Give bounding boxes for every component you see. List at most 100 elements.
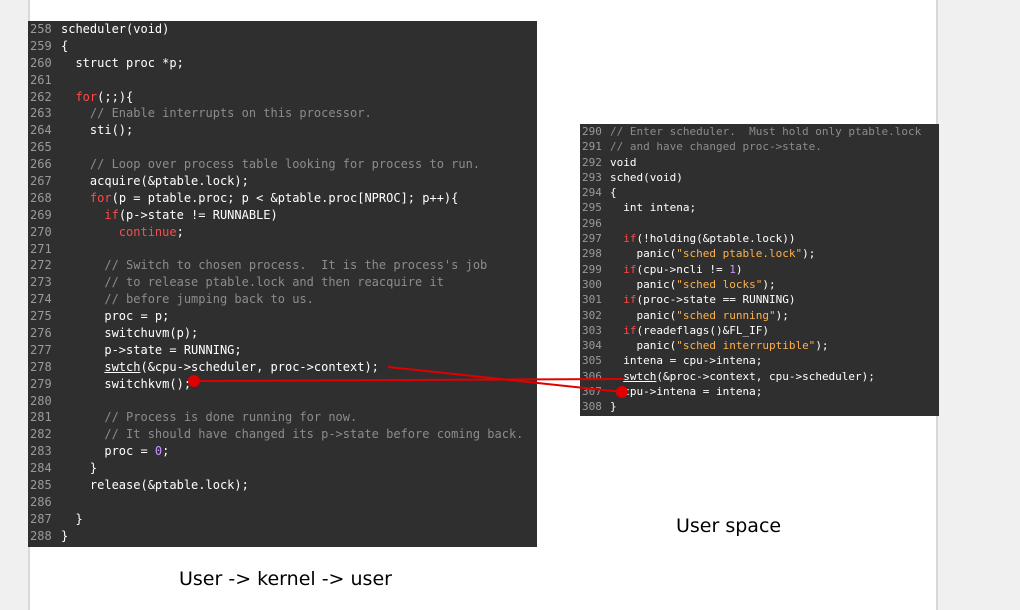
code-token: if [623, 323, 637, 337]
line-number: 271 [30, 241, 52, 256]
code-token: (;;){ [97, 89, 134, 104]
code-line: 271 [28, 241, 537, 258]
code-line: 286 [28, 494, 537, 511]
code-line: 278 swtch(&cpu->scheduler, proc->context… [28, 359, 537, 376]
code-token: swtch [623, 369, 657, 383]
scheduler-code-listing: 258 scheduler(void) 259 {260 struct proc *p… [28, 21, 537, 547]
code-line: 288} [28, 528, 537, 545]
line-number: 278 [30, 359, 52, 374]
line-code: int intena; [610, 200, 696, 215]
line-code: panic("sched interruptible"); [610, 338, 829, 353]
code-token: ; [162, 444, 170, 459]
code-line: 305 intena = cpu->intena; [580, 353, 939, 368]
code-token: continue [118, 224, 177, 239]
code-line: 297 if(!holding(&ptable.lock)) [580, 231, 939, 246]
code-line: 281 // Process is done running for now. [28, 409, 537, 426]
line-number: 281 [30, 410, 52, 425]
code-line: 274 // before jumping back to us. [28, 291, 537, 308]
code-line: 303 if(readeflags()&FL_IF) [580, 323, 939, 338]
line-number: 298 [582, 247, 602, 261]
code-token: // and have changed proc->state. [610, 140, 822, 154]
code-token: p->state = RUNNING; [61, 342, 242, 357]
line-code: acquire(&ptable.lock); [61, 173, 249, 190]
line-code: // before jumping back to us. [61, 291, 314, 308]
code-line: 301 if(proc->state == RUNNING) [580, 292, 939, 307]
line-number: 283 [30, 444, 52, 459]
code-token: for [75, 89, 98, 104]
code-token: ; [176, 224, 184, 239]
code-token: } [61, 511, 83, 526]
line-code: } [61, 511, 83, 528]
code-token: panic( [610, 339, 677, 353]
code-line: 304 panic("sched interruptible"); [580, 338, 939, 353]
code-token: 1 [729, 262, 736, 276]
code-token: void [610, 155, 637, 169]
code-line: 262 for(;;){ [28, 89, 537, 106]
code-token: ); [815, 339, 829, 353]
code-line: 295 int intena; [580, 200, 939, 215]
code-token: int intena; [610, 201, 697, 215]
line-number: 267 [30, 174, 52, 189]
code-token: struct proc *p; [61, 55, 184, 70]
line-number: 287 [30, 511, 52, 526]
code-token: if [623, 232, 637, 246]
line-code: if(p->state != RUNNABLE) [61, 207, 277, 224]
code-token: ); [802, 247, 816, 261]
code-token: proc = [61, 444, 155, 459]
line-code: if(!holding(&ptable.lock)) [610, 231, 795, 246]
code-token: proc = p; [61, 309, 170, 324]
code-line: 299 if(cpu->ncli != 1) [580, 262, 939, 277]
line-code: } [610, 399, 617, 414]
code-line: 307 cpu->intena = intena; [580, 384, 939, 399]
code-line: 258 scheduler(void) [28, 21, 537, 38]
code-token: { [610, 186, 617, 200]
line-code: { [610, 185, 617, 200]
code-line: 277 p->state = RUNNING; [28, 342, 537, 359]
line-number: 266 [30, 157, 52, 172]
line-number: 302 [582, 308, 602, 322]
code-line: 268 for(p = ptable.proc; p < &ptable.pro… [28, 190, 537, 207]
caption-user-kernel-user: User -> kernel -> user [179, 568, 392, 590]
code-line: 293 sched(void) [580, 170, 939, 185]
line-number: 307 [582, 385, 602, 399]
line-code: scheduler(void) [61, 21, 169, 38]
code-token: (p = ptable.proc; p < &ptable.proc[NPROC… [111, 190, 459, 205]
code-token: } [61, 528, 69, 543]
line-number: 269 [30, 207, 52, 222]
line-number: 288 [30, 528, 52, 543]
line-number: 297 [582, 232, 602, 246]
line-code: if(proc->state == RUNNING) [610, 292, 795, 307]
code-line: 260 struct proc *p; [28, 55, 537, 72]
line-number: 282 [30, 427, 52, 442]
code-token: (&cpu->scheduler, proc->context); [140, 359, 379, 374]
code-token: // It should have changed its p->state b… [104, 427, 524, 442]
line-code: // Switch to chosen process. It is the p… [61, 257, 487, 274]
code-token: for [89, 190, 112, 205]
line-code: switchuvm(p); [61, 325, 198, 342]
code-token: swtch [104, 359, 141, 374]
line-code: intena = cpu->intena; [610, 353, 762, 368]
line-code: panic("sched ptable.lock"); [610, 246, 815, 261]
code-token: "sched interruptible" [676, 339, 816, 353]
code-token: (readeflags()&FL_IF) [636, 323, 769, 337]
line-number: 258 [30, 22, 52, 36]
code-token: panic( [610, 247, 677, 261]
line-number: 270 [30, 224, 52, 239]
code-line: 269 if(p->state != RUNNABLE) [28, 207, 537, 224]
line-number: 279 [30, 376, 52, 391]
line-number: 291 [582, 140, 602, 154]
code-token: if [623, 262, 637, 276]
code-line: 292 void [580, 155, 939, 170]
line-code: continue; [61, 224, 184, 241]
line-number: 263 [30, 106, 52, 121]
line-number: 303 [582, 323, 602, 337]
line-number: 290 [582, 125, 602, 138]
line-number: 305 [582, 354, 602, 368]
code-line: 275 proc = p; [28, 308, 537, 325]
